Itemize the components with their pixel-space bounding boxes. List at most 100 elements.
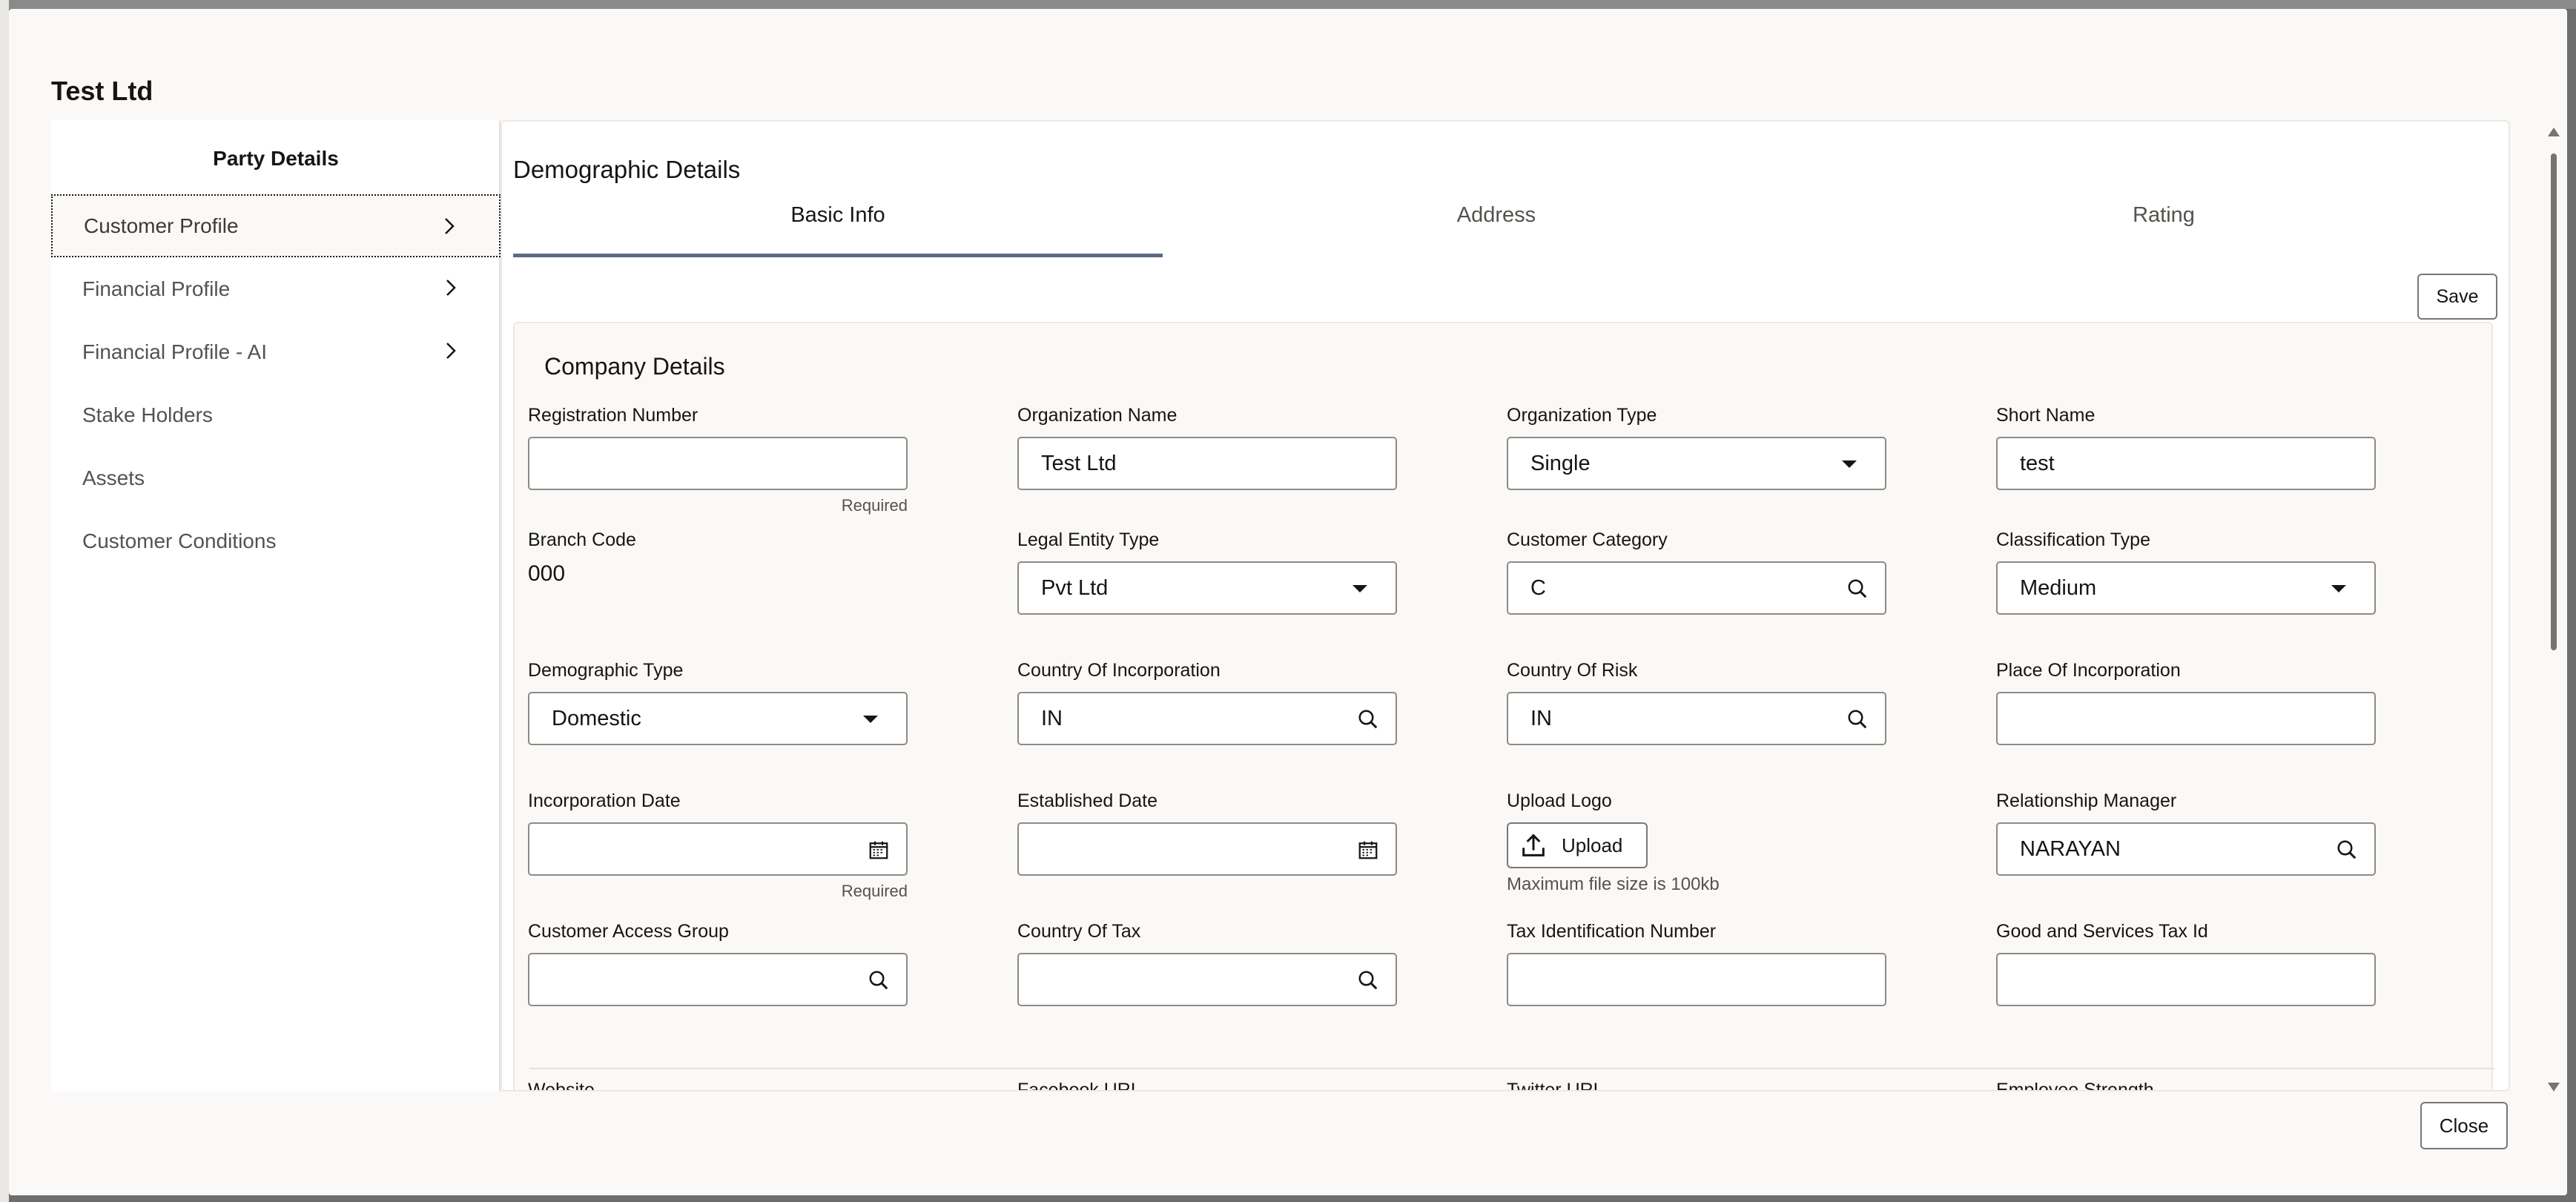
nav-item-label: Customer Profile [84, 214, 239, 237]
registration-number-input[interactable] [528, 437, 908, 490]
demographic-type-select[interactable]: Domestic [528, 692, 908, 745]
scroll-thumb[interactable] [2551, 153, 2557, 650]
chevron-right-icon [446, 343, 456, 359]
country-of-incorporation-field: Country Of Incorporation IN [1017, 660, 1397, 745]
gst-id-field: Good and Services Tax Id [1996, 921, 2376, 1006]
nav-item-assets[interactable]: Assets [51, 446, 501, 509]
upload-button[interactable]: Upload [1507, 822, 1648, 868]
gst-id-input[interactable] [1996, 953, 2376, 1006]
nav-item-label: Assets [82, 466, 145, 489]
search-icon[interactable] [2336, 839, 2358, 861]
nav-item-customer-conditions[interactable]: Customer Conditions [51, 509, 501, 572]
legal-entity-type-select[interactable]: Pvt Ltd [1017, 561, 1397, 615]
select-value: Pvt Ltd [1041, 575, 1109, 600]
country-of-tax-input[interactable] [1017, 953, 1397, 1006]
scroll-down-arrow-icon[interactable] [2548, 1083, 2560, 1092]
nav-item-label: Customer Conditions [82, 529, 277, 552]
calendar-icon[interactable] [1357, 839, 1379, 861]
demographic-type-field: Demographic Type Domestic [528, 660, 908, 745]
place-of-incorporation-input[interactable] [1996, 692, 2376, 745]
chevron-right-icon [446, 280, 456, 296]
content-scrollbar[interactable] [2548, 128, 2560, 1092]
field-label: Website [528, 1080, 595, 1092]
search-icon[interactable] [1357, 969, 1379, 991]
upload-button-label: Upload [1562, 833, 1623, 856]
organization-name-input[interactable]: Test Ltd [1017, 437, 1397, 490]
tax-identification-number-input[interactable] [1507, 953, 1886, 1006]
nav-item-financial-profile-ai[interactable]: Financial Profile - AI [51, 320, 501, 383]
dialog-title: Test Ltd [51, 76, 153, 106]
place-of-incorporation-field: Place Of Incorporation [1996, 660, 2376, 745]
short-name-input[interactable]: test [1996, 437, 2376, 490]
branch-code-value: 000 [528, 561, 566, 586]
organization-type-field: Organization Type Single [1507, 405, 1886, 490]
caret-down-icon [2331, 585, 2346, 592]
caret-down-icon [1842, 460, 1857, 468]
select-value: Medium [2020, 575, 2097, 600]
established-date-input[interactable] [1017, 822, 1397, 876]
select-value: Domestic [552, 706, 641, 730]
search-icon[interactable] [868, 969, 890, 991]
card-title: Company Details [544, 353, 725, 380]
organization-type-select[interactable]: Single [1507, 437, 1886, 490]
demographic-details-panel: Demographic Details Basic Info Address R… [501, 120, 2510, 1092]
nav-item-stake-holders[interactable]: Stake Holders [51, 383, 501, 446]
country-of-risk-input[interactable]: IN [1507, 692, 1886, 745]
country-of-risk-field: Country Of Risk IN [1507, 660, 1886, 745]
input-value: C [1530, 575, 1546, 600]
country-of-incorporation-input[interactable]: IN [1017, 692, 1397, 745]
nav-item-financial-profile[interactable]: Financial Profile [51, 257, 501, 320]
input-value: NARAYAN [2020, 836, 2121, 861]
nav-item-label: Financial Profile [82, 277, 231, 300]
search-icon[interactable] [1846, 578, 1869, 600]
customer-category-input[interactable]: C [1507, 561, 1886, 615]
tab-basic-info[interactable]: Basic Info [513, 203, 1163, 248]
upload-size-hint: Maximum file size is 100kb [1507, 874, 1720, 894]
required-hint: Required [841, 496, 908, 515]
branch-code-field: Branch Code 000 [528, 529, 908, 587]
customer-access-group-input[interactable] [528, 953, 908, 1006]
nav-item-label: Financial Profile - AI [82, 340, 267, 363]
field-label: Country Of Tax [1017, 921, 1141, 942]
customer-category-field: Customer Category C [1507, 529, 1886, 615]
country-of-tax-field: Country Of Tax [1017, 921, 1397, 1006]
active-tab-indicator [513, 254, 1163, 257]
tab-address[interactable]: Address [1163, 203, 1830, 248]
relationship-manager-input[interactable]: NARAYAN [1996, 822, 2376, 876]
classification-type-select[interactable]: Medium [1996, 561, 2376, 615]
section-title: Demographic Details [513, 156, 741, 183]
upload-logo-field: Upload Logo Upload Maximum file size is … [1507, 790, 1886, 895]
tab-rating[interactable]: Rating [1830, 203, 2497, 248]
field-label: Good and Services Tax Id [1996, 921, 2208, 942]
field-label: Country Of Incorporation [1017, 660, 1221, 681]
search-icon[interactable] [1357, 708, 1379, 730]
close-button[interactable]: Close [2420, 1102, 2508, 1149]
save-button[interactable]: Save [2417, 274, 2497, 320]
twitter-url-field: Twitter URL [1507, 1080, 1886, 1092]
input-value: IN [1041, 706, 1063, 730]
nav-item-customer-profile[interactable]: Customer Profile [51, 194, 501, 257]
field-label: Twitter URL [1507, 1080, 1604, 1092]
registration-number-field: Registration Number Required [528, 405, 908, 515]
search-icon[interactable] [1846, 708, 1869, 730]
nav-title: Party Details [213, 147, 339, 170]
short-name-field: Short Name test [1996, 405, 2376, 490]
select-value: Single [1530, 451, 1591, 475]
calendar-icon[interactable] [868, 839, 890, 861]
chevron-right-icon [445, 218, 455, 234]
field-label: Place Of Incorporation [1996, 660, 2181, 681]
field-label: Classification Type [1996, 529, 2150, 550]
employee-strength-field: Employee Strength [1996, 1080, 2376, 1090]
field-label: Established Date [1017, 790, 1158, 811]
caret-down-icon [863, 716, 878, 723]
incorporation-date-input[interactable] [528, 822, 908, 876]
field-label: Customer Category [1507, 529, 1668, 550]
required-hint: Required [841, 882, 908, 900]
customer-access-group-field: Customer Access Group [528, 921, 908, 1006]
background-page-edge [0, 0, 9, 1202]
scroll-up-arrow-icon[interactable] [2548, 128, 2560, 136]
field-label: Legal Entity Type [1017, 529, 1160, 550]
field-label: Short Name [1996, 405, 2096, 426]
field-label: Incorporation Date [528, 790, 681, 811]
website-field: Website [528, 1080, 908, 1092]
